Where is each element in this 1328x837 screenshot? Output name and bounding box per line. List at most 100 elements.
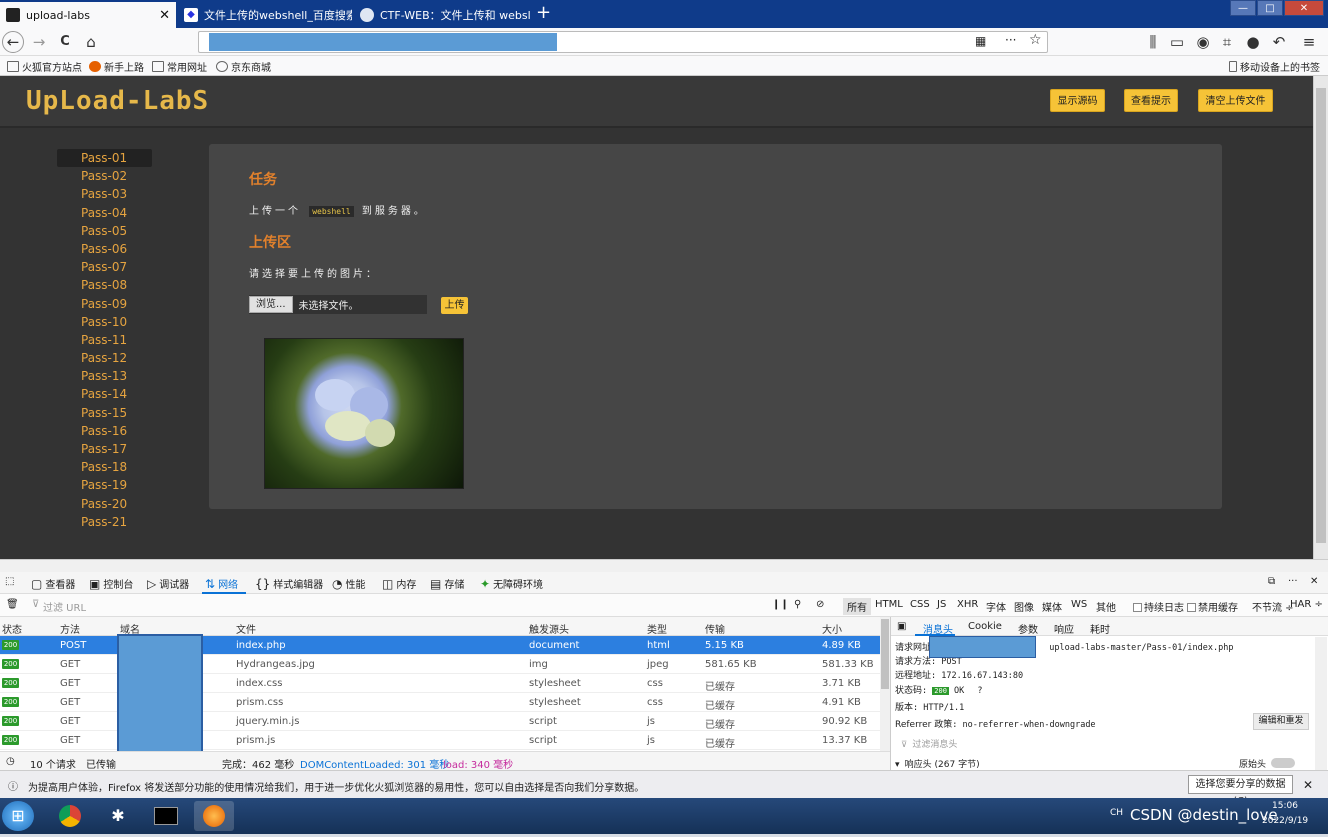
tab-timings[interactable]: 耗时 — [1090, 621, 1110, 636]
upload-button[interactable]: 上传 — [441, 297, 468, 314]
tab-response[interactable]: 响应 — [1054, 621, 1074, 636]
type-image[interactable]: 图像 — [1014, 599, 1034, 614]
bookmark-getting-started[interactable]: 新手上路 — [89, 59, 144, 74]
screenshot-icon[interactable]: ⌗ — [1216, 32, 1238, 52]
response-headers-section[interactable]: ▾ 响应头 (267 字节) — [895, 757, 980, 770]
filter-headers-input[interactable]: ⊽ 过滤消息头 — [901, 737, 957, 750]
tab-memory[interactable]: ◫ 内存 — [382, 576, 416, 592]
checkbox[interactable] — [1187, 603, 1196, 612]
sidebar-item-pass[interactable]: Pass-06 — [57, 240, 152, 258]
tab-accessibility[interactable]: ✦ 无障碍环境 — [480, 576, 543, 592]
sidebar-item-pass[interactable]: Pass-17 — [57, 440, 152, 458]
help-icon[interactable]: ? — [977, 686, 982, 696]
type-other[interactable]: 其他 — [1096, 599, 1116, 614]
sidebar-item-pass[interactable]: Pass-01 — [57, 149, 152, 168]
sidebar-item-pass[interactable]: Pass-21 — [57, 513, 152, 531]
close-window-button[interactable]: ✕ — [1284, 0, 1324, 16]
col-size[interactable]: 大小 — [822, 621, 842, 636]
bookmark-star-icon[interactable]: ☆ — [1029, 32, 1042, 48]
url-bar[interactable]: ▦ ··· ☆ — [198, 31, 1048, 53]
tab-performance[interactable]: ◔ 性能 — [332, 576, 365, 592]
back-button[interactable]: ← — [2, 31, 24, 53]
col-cause[interactable]: 触发源头 — [529, 621, 569, 636]
type-media[interactable]: 媒体 — [1042, 599, 1062, 614]
type-all[interactable]: 所有 — [843, 598, 871, 615]
page-actions-icon[interactable]: ··· — [1005, 33, 1016, 47]
col-type[interactable]: 类型 — [647, 621, 667, 636]
qr-code-icon[interactable]: ▦ — [975, 34, 986, 48]
throttle-select[interactable]: 不节流 ÷ — [1252, 599, 1294, 614]
sidebar-item-pass[interactable]: Pass-05 — [57, 222, 152, 240]
clear-uploads-button[interactable]: 清空上传文件 — [1198, 89, 1273, 112]
har-menu[interactable]: HAR ÷ — [1290, 599, 1323, 610]
filter-url-input[interactable]: 过滤 URL — [43, 599, 86, 614]
sidebar-item-pass[interactable]: Pass-14 — [57, 385, 152, 403]
new-tab-button[interactable]: + — [536, 2, 551, 24]
scrollbar-thumb[interactable] — [881, 619, 889, 689]
chrome-icon[interactable] — [50, 801, 90, 831]
details-scrollbar[interactable] — [1315, 637, 1327, 770]
maximize-button[interactable]: □ — [1257, 0, 1283, 16]
forward-button[interactable]: → — [28, 32, 50, 52]
sidebar-item-pass[interactable]: Pass-09 — [57, 295, 152, 313]
firefox-icon[interactable] — [194, 801, 234, 831]
col-status[interactable]: 状态 — [2, 621, 22, 636]
search-icon[interactable]: ⚲ — [794, 599, 801, 610]
close-tab-icon[interactable]: ✕ — [153, 8, 170, 23]
edit-resend-button[interactable]: 编辑和重发 — [1253, 713, 1309, 730]
tab-baidu-search[interactable]: ◆ 文件上传的webshell_百度搜索 ✕ — [178, 2, 352, 28]
tab-upload-labs[interactable]: upload-labs ✕ — [0, 2, 176, 28]
toggle-panel-icon[interactable]: ▣ — [897, 621, 906, 632]
pause-icon[interactable]: ❙❙ — [772, 599, 789, 610]
chat-icon[interactable]: ● — [1242, 32, 1264, 52]
show-source-button[interactable]: 显示源码 — [1050, 89, 1105, 112]
type-css[interactable]: CSS — [910, 599, 930, 610]
clock-date[interactable]: 2022/9/19 — [1262, 816, 1308, 826]
checkbox[interactable] — [1133, 603, 1142, 612]
scrollbar-thumb[interactable] — [1316, 88, 1326, 543]
reload-button[interactable]: C — [54, 32, 76, 52]
sidebar-item-pass[interactable]: Pass-03 — [57, 185, 152, 203]
app-icon[interactable]: ✱ — [98, 801, 138, 831]
clock-time[interactable]: 15:06 — [1272, 801, 1298, 811]
raw-headers-toggle[interactable]: 原始头 — [1239, 757, 1296, 770]
type-ws[interactable]: WS — [1071, 599, 1087, 610]
dock-icon[interactable]: ⧉ — [1268, 576, 1275, 587]
file-input[interactable]: 浏览... 未选择文件。 — [249, 295, 427, 314]
library-icon[interactable]: ⫼ — [1142, 32, 1164, 52]
sidebar-item-pass[interactable]: Pass-08 — [57, 276, 152, 294]
sidebar-item-pass[interactable]: Pass-16 — [57, 422, 152, 440]
page-scrollbar[interactable] — [1313, 76, 1328, 559]
undo-icon[interactable]: ↶ — [1268, 32, 1290, 52]
sidebar-item-pass[interactable]: Pass-15 — [57, 404, 152, 422]
tab-inspector[interactable]: ▢ 查看器 — [31, 576, 75, 592]
choose-share-data-button[interactable]: 选择您要分享的数据(C) — [1188, 775, 1293, 807]
sidebar-item-pass[interactable]: Pass-20 — [57, 495, 152, 513]
tab-params[interactable]: 参数 — [1018, 621, 1038, 636]
close-notification-icon[interactable]: ✕ — [1303, 778, 1313, 792]
close-devtools-icon[interactable]: ✕ — [1310, 576, 1318, 587]
disable-cache-toggle[interactable]: 禁用缓存 — [1187, 599, 1238, 614]
browse-button[interactable]: 浏览... — [249, 296, 293, 313]
type-js[interactable]: JS — [937, 599, 946, 610]
sidebar-item-pass[interactable]: Pass-02 — [57, 167, 152, 185]
terminal-icon[interactable] — [146, 801, 186, 831]
persist-logs-toggle[interactable]: 持续日志 — [1133, 599, 1184, 614]
pick-element-icon[interactable]: ⬚ — [5, 576, 14, 587]
block-icon[interactable]: ⊘ — [816, 599, 824, 610]
horizontal-scrollbar[interactable] — [0, 559, 1328, 572]
menu-icon[interactable]: ≡ — [1298, 32, 1320, 52]
col-transferred[interactable]: 传输 — [705, 621, 725, 636]
sidebar-item-pass[interactable]: Pass-07 — [57, 258, 152, 276]
bookmark-jd[interactable]: 京东商城 — [216, 59, 271, 74]
tab-console[interactable]: ▣ 控制台 — [89, 576, 133, 592]
tab-network[interactable]: ⇅ 网络 — [205, 576, 238, 592]
tab-style-editor[interactable]: {} 样式编辑器 — [255, 576, 323, 592]
more-icon[interactable]: ··· — [1288, 576, 1298, 587]
mobile-bookmarks[interactable]: 移动设备上的书签 — [1229, 59, 1320, 74]
type-xhr[interactable]: XHR — [957, 599, 978, 610]
account-icon[interactable]: ◉ — [1192, 32, 1214, 52]
sidebar-item-pass[interactable]: Pass-19 — [57, 476, 152, 494]
tab-cookie[interactable]: Cookie — [968, 621, 1002, 632]
bookmark-firefox-site[interactable]: 火狐官方站点 — [7, 59, 82, 74]
